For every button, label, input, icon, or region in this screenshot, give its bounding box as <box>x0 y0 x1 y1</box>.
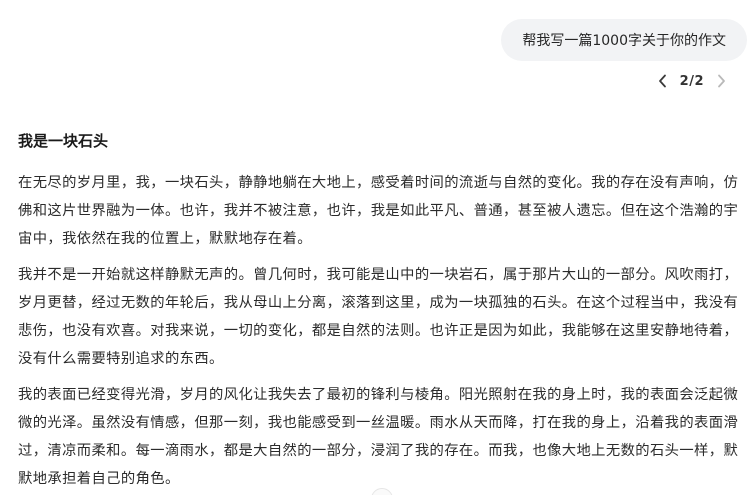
user-message-text: 帮我写一篇1000字关于你的作文 <box>522 33 726 49</box>
user-message-bubble: 帮我写一篇1000字关于你的作文 <box>501 19 747 61</box>
chevron-left-icon[interactable] <box>655 71 671 91</box>
essay-title: 我是一块石头 <box>18 132 109 150</box>
essay-paragraph: 我的表面已经变得光滑，岁月的风化让我失去了最初的锋利与棱角。阳光照射在我的身上时… <box>18 387 739 487</box>
chevron-right-icon[interactable] <box>713 71 729 91</box>
assistant-answer: 我是一块石头 在无尽的岁月里，我，一块石头，静静地躺在大地上，感受着时间的流逝与… <box>18 128 743 495</box>
essay-paragraph: 我并不是一开始就这样静默无声的。曾几何时，我可能是山中的一块岩石，属于那片大山的… <box>18 267 739 367</box>
response-page-count: 2/2 <box>679 73 704 89</box>
essay-paragraph: 在无尽的岁月里，我，一块石头，静静地躺在大地上，感受着时间的流逝与自然的变化。我… <box>18 175 739 247</box>
chat-page: 帮我写一篇1000字关于你的作文 2/2 我是一块石头 在无尽的岁月里，我，一块… <box>0 0 749 495</box>
response-pager: 2/2 <box>655 70 729 92</box>
